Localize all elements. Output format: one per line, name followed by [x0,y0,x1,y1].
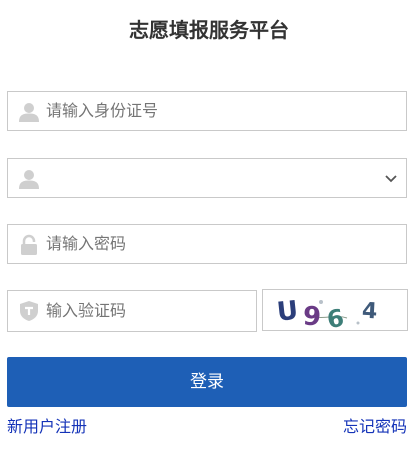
lock-icon [21,234,37,255]
captcha-placeholder: 输入验证码 [46,301,127,320]
captcha-graphic: U 9 6 4 [275,296,378,334]
captcha-char: 9 [302,301,322,330]
login-button[interactable]: 登录 [7,357,407,407]
user-icon [19,103,39,122]
captcha-char: 4 [361,299,378,325]
register-link[interactable]: 新用户注册 [7,415,87,439]
captcha-image[interactable]: U 9 6 4 [262,289,408,334]
id-number-placeholder: 请输入身份证号 [46,101,159,120]
captcha-char: U [275,296,299,328]
captcha-field[interactable]: 输入验证码 [7,290,257,332]
user-icon [19,170,39,189]
shield-icon [20,301,38,321]
forgot-password-link[interactable]: 忘记密码 [343,415,407,439]
role-select[interactable] [7,158,407,198]
captcha-char: 6 [325,304,346,330]
id-number-field[interactable]: 请输入身份证号 [7,91,407,131]
chevron-down-icon[interactable] [384,171,398,185]
page-title: 志愿填报服务平台 [129,18,289,42]
password-placeholder: 请输入密码 [46,234,127,253]
password-field[interactable]: 请输入密码 [7,224,407,264]
